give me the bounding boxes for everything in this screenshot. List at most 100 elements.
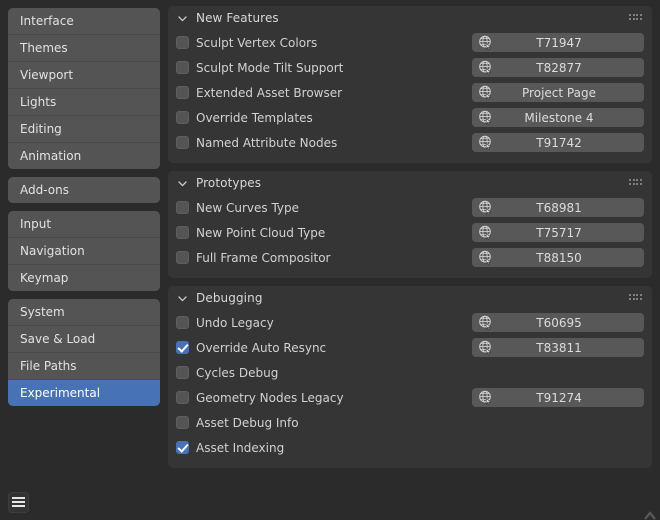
sidebar-item-add-ons[interactable]: Add-ons [8,177,160,203]
checkbox-cycles-debug[interactable] [176,366,189,379]
link-button[interactable]: T83811 [472,338,644,357]
sidebar-item-themes[interactable]: Themes [8,35,160,62]
link-button-label: T60695 [536,315,582,330]
sidebar-item-label: Keymap [20,271,69,285]
preference-row: Asset Indexing [176,435,644,460]
checkbox-geometry-nodes-legacy[interactable] [176,391,189,404]
preference-label: Full Frame Compositor [196,250,331,265]
grip-dots-icon[interactable] [629,13,642,22]
resize-corner-icon[interactable] [643,510,657,520]
checkbox-full-frame-compositor[interactable] [176,251,189,264]
checkbox-sculpt-mode-tilt-support[interactable] [176,61,189,74]
link-button-label: T88150 [536,250,582,265]
sidebar-item-label: File Paths [20,359,77,373]
bottom-status-bar [0,484,660,520]
preference-row-left: Asset Debug Info [176,416,644,430]
preference-row: New Point Cloud Type T75717 [176,220,644,245]
globe-link-icon [476,249,496,266]
link-button[interactable]: T75717 [472,223,644,242]
sidebar-item-file-paths[interactable]: File Paths [8,353,160,380]
panel-title: Debugging [196,290,263,305]
link-button[interactable]: T68981 [472,198,644,217]
sidebar-item-interface[interactable]: Interface [8,8,160,35]
checkbox-asset-debug-info[interactable] [176,416,189,429]
link-button[interactable]: T88150 [472,248,644,267]
sidebar-item-animation[interactable]: Animation [8,143,160,169]
checkbox-override-templates[interactable] [176,111,189,124]
sidebar-item-system[interactable]: System [8,299,160,326]
link-button-label: Milestone 4 [524,110,594,125]
preference-label: New Point Cloud Type [196,225,326,240]
sidebar-item-label: Editing [20,122,62,136]
sidebar-item-keymap[interactable]: Keymap [8,265,160,291]
checkbox-asset-indexing[interactable] [176,441,189,454]
checkbox-new-curves-type[interactable] [176,201,189,214]
preference-label: Override Templates [196,110,313,125]
preference-row: Cycles Debug [176,360,644,385]
sidebar-item-label: Input [20,217,52,231]
grip-dots-icon[interactable] [629,293,642,302]
preference-label: Asset Debug Info [196,415,299,430]
window-body: Interface Themes Viewport Lights Editing Anim… [0,0,660,484]
preference-label: Named Attribute Nodes [196,135,338,150]
sidebar-item-editing[interactable]: Editing [8,116,160,143]
link-button-label: T83811 [536,340,582,355]
sidebar-group: Input Navigation Keymap [8,211,160,291]
link-button[interactable]: T91274 [472,388,644,407]
preference-row: New Curves Type T68981 [176,195,644,220]
panel-header[interactable]: Debugging [168,286,652,309]
panel-rows: Sculpt Vertex Colors T71947 Sculpt Mode Ti… [168,29,652,155]
link-button[interactable]: T60695 [472,313,644,332]
panel-rows: Undo Legacy T60695 Override Auto Resync T83… [168,309,652,460]
link-button[interactable]: Milestone 4 [472,108,644,127]
sidebar-item-input[interactable]: Input [8,211,160,238]
link-button[interactable]: T71947 [472,33,644,52]
link-button-label: T68981 [536,200,582,215]
sidebar-group: Add-ons [8,177,160,203]
preference-row: Sculpt Vertex Colors T71947 [176,30,644,55]
sidebar-item-label: System [20,305,65,319]
checkbox-sculpt-vertex-colors[interactable] [176,36,189,49]
sidebar-item-viewport[interactable]: Viewport [8,62,160,89]
preference-label: Undo Legacy [196,315,274,330]
link-button-label: T82877 [536,60,582,75]
sidebar-item-experimental[interactable]: Experimental [8,380,160,406]
chevron-down-icon[interactable] [177,178,188,189]
sidebar-item-label: Navigation [20,244,85,258]
sidebar-group: Interface Themes Viewport Lights Editing Anim… [8,8,160,169]
globe-link-icon [476,59,496,76]
preference-row: Override Templates Milestone 4 [176,105,644,130]
panel-prototypes: Prototypes New Curves Type T68981 New Point… [168,171,652,278]
link-button[interactable]: Project Page [472,83,644,102]
sidebar-item-navigation[interactable]: Navigation [8,238,160,265]
sidebar-item-label: Lights [20,95,57,109]
preference-label: Override Auto Resync [196,340,327,355]
preference-row-left: Cycles Debug [176,366,644,380]
sidebar-item-label: Viewport [20,68,74,82]
sidebar-item-label: Add-ons [20,183,69,197]
checkbox-override-auto-resync[interactable] [176,341,189,354]
hamburger-menu-icon[interactable] [8,491,29,513]
grip-dots-icon[interactable] [629,178,642,187]
globe-link-icon [476,314,496,331]
preference-row: Asset Debug Info [176,410,644,435]
checkbox-undo-legacy[interactable] [176,316,189,329]
link-button[interactable]: T91742 [472,133,644,152]
panel-header[interactable]: New Features [168,6,652,29]
checkbox-extended-asset-browser[interactable] [176,86,189,99]
chevron-down-icon[interactable] [177,293,188,304]
chevron-down-icon[interactable] [177,13,188,24]
sidebar-item-save-load[interactable]: Save & Load [8,326,160,353]
preference-label: Cycles Debug [196,365,279,380]
link-button[interactable]: T82877 [472,58,644,77]
link-button-label: T91274 [536,390,582,405]
preferences-main-panel: New Features Sculpt Vertex Colors T71947 Sc… [160,0,660,484]
checkbox-named-attribute-nodes[interactable] [176,136,189,149]
globe-link-icon [476,339,496,356]
globe-link-icon [476,134,496,151]
preference-row: Geometry Nodes Legacy T91274 [176,385,644,410]
link-button-label: T91742 [536,135,582,150]
panel-header[interactable]: Prototypes [168,171,652,194]
checkbox-new-point-cloud-type[interactable] [176,226,189,239]
sidebar-item-lights[interactable]: Lights [8,89,160,116]
